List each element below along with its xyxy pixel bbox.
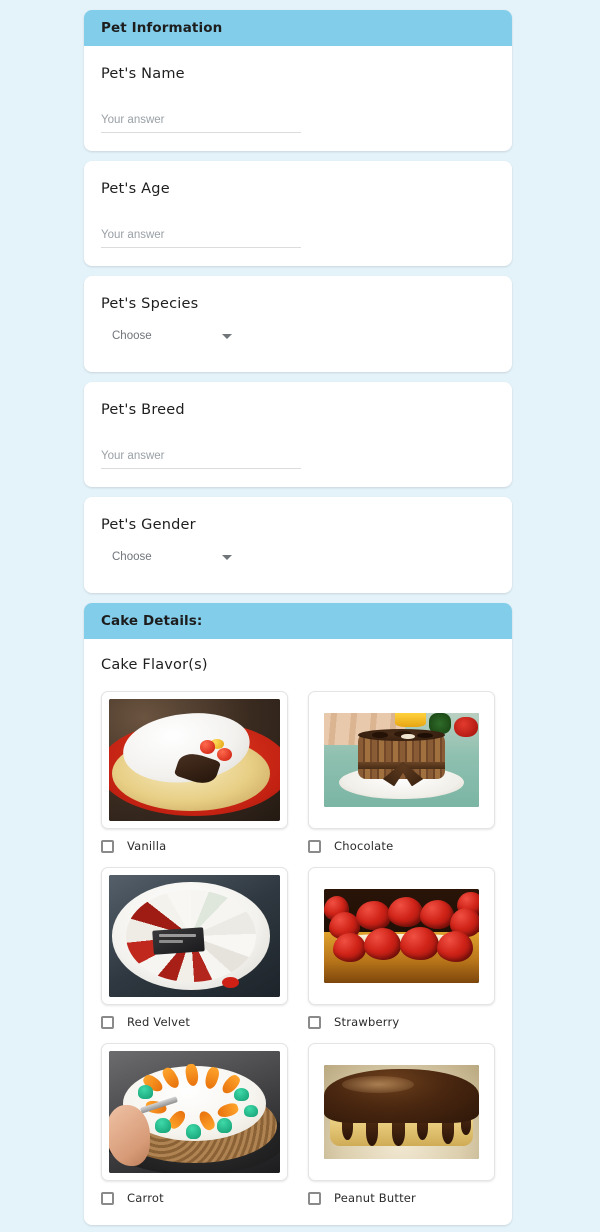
checkbox-unchecked-icon[interactable]: [308, 1015, 321, 1029]
question-label: Pet's Gender: [101, 517, 196, 533]
chevron-down-icon: [222, 333, 232, 339]
image-card[interactable]: [101, 691, 288, 829]
section-card-cake-details: Cake Details: Cake Flavor(s) Vanilla Cho…: [84, 603, 512, 1225]
image-card[interactable]: [308, 1043, 495, 1181]
section-header-cake-details: Cake Details:: [84, 603, 512, 639]
question-label: Pet's Age: [101, 181, 170, 197]
checkbox-label: Strawberry: [334, 1015, 400, 1029]
checkbox-label: Vanilla: [127, 839, 167, 853]
section-card-pet-information: Pet Information Pet's Name Your answer: [84, 10, 512, 151]
image-card[interactable]: [101, 867, 288, 1005]
strawberry-cake-photo: [323, 888, 480, 984]
question-pets-breed: Pet's Breed Your answer: [84, 382, 512, 487]
checkbox-unchecked-icon[interactable]: [101, 1015, 114, 1029]
chevron-down-icon: [222, 554, 232, 560]
dropdown-selected-value: Choose: [112, 330, 152, 342]
checkbox-unchecked-icon[interactable]: [308, 1191, 321, 1205]
checkbox-row-peanut-butter[interactable]: Peanut Butter: [308, 1191, 495, 1205]
section-title: Cake Details:: [101, 613, 203, 629]
checkbox-unchecked-icon[interactable]: [308, 839, 321, 853]
chocolate-cake-photo: [323, 712, 480, 808]
question-label: Cake Flavor(s): [101, 657, 208, 673]
question-card-pets-age: Pet's Age Your answer: [84, 161, 512, 266]
image-card[interactable]: [101, 1043, 288, 1181]
checkbox-label: Peanut Butter: [334, 1191, 416, 1205]
checkbox-label: Red Velvet: [127, 1015, 191, 1029]
checkbox-row-strawberry[interactable]: Strawberry: [308, 1015, 495, 1029]
question-card-pets-gender: Pet's Gender Choose: [84, 497, 512, 593]
question-label: Pet's Breed: [101, 402, 185, 418]
dropdown-pets-species[interactable]: Choose: [112, 330, 232, 342]
text-answer-field-pets-breed[interactable]: Your answer: [101, 444, 301, 469]
answer-placeholder: Your answer: [101, 229, 165, 241]
vanilla-cake-photo: [109, 699, 280, 821]
cake-flavor-grid: Vanilla Chocolate Red Velvet Strawberry …: [101, 691, 495, 1211]
answer-placeholder: Your answer: [101, 114, 165, 126]
carrot-cake-photo: [109, 1051, 280, 1173]
flavor-option-carrot: Carrot: [101, 1043, 288, 1211]
answer-placeholder: Your answer: [101, 450, 165, 462]
text-answer-field-pets-age[interactable]: Your answer: [101, 223, 301, 248]
checkbox-row-vanilla[interactable]: Vanilla: [101, 839, 288, 853]
checkbox-row-carrot[interactable]: Carrot: [101, 1191, 288, 1205]
dropdown-pets-gender[interactable]: Choose: [112, 551, 232, 563]
question-label: Pet's Species: [101, 296, 199, 312]
peanut-butter-cake-photo: [323, 1064, 480, 1160]
image-card[interactable]: [308, 867, 495, 1005]
checkbox-label: Chocolate: [334, 839, 394, 853]
question-pets-age: Pet's Age Your answer: [84, 161, 512, 266]
question-pets-gender: Pet's Gender Choose: [84, 497, 512, 593]
question-cake-flavors: Cake Flavor(s) Vanilla Chocolate Red Vel…: [84, 639, 512, 1225]
image-card[interactable]: [308, 691, 495, 829]
checkbox-label: Carrot: [127, 1191, 164, 1205]
checkbox-unchecked-icon[interactable]: [101, 839, 114, 853]
question-pets-species: Pet's Species Choose: [84, 276, 512, 372]
flavor-option-chocolate: Chocolate: [308, 691, 495, 859]
checkbox-unchecked-icon[interactable]: [101, 1191, 114, 1205]
checkbox-row-chocolate[interactable]: Chocolate: [308, 839, 495, 853]
form-page: Pet Information Pet's Name Your answer P…: [0, 0, 600, 1232]
question-label: Pet's Name: [101, 66, 185, 82]
flavor-option-peanut-butter: Peanut Butter: [308, 1043, 495, 1211]
section-header-pet-information: Pet Information: [84, 10, 512, 46]
text-answer-field-pets-name[interactable]: Your answer: [101, 108, 301, 133]
flavor-option-strawberry: Strawberry: [308, 867, 495, 1035]
question-card-pets-species: Pet's Species Choose: [84, 276, 512, 372]
section-title: Pet Information: [101, 20, 223, 36]
flavor-option-vanilla: Vanilla: [101, 691, 288, 859]
red-velvet-cake-photo: [109, 875, 280, 997]
question-card-pets-breed: Pet's Breed Your answer: [84, 382, 512, 487]
dropdown-selected-value: Choose: [112, 551, 152, 563]
checkbox-row-red-velvet[interactable]: Red Velvet: [101, 1015, 288, 1029]
question-pets-name: Pet's Name Your answer: [84, 46, 512, 151]
flavor-option-red-velvet: Red Velvet: [101, 867, 288, 1035]
